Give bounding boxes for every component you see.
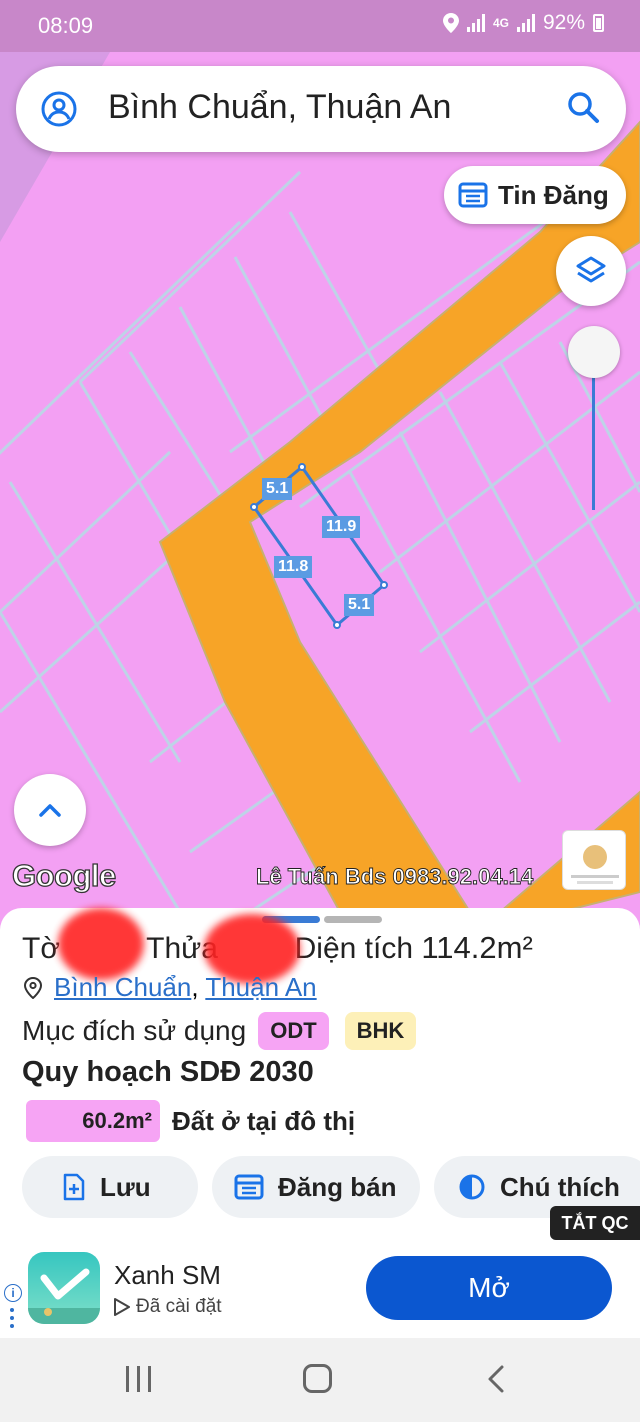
parcel-edge-label: 5.1	[262, 478, 293, 500]
ad-install-status: Đã cài đặt	[114, 1296, 222, 1318]
ad-banner[interactable]: i Xanh SM Đã cài đặt Mở	[0, 1240, 640, 1338]
chevron-up-icon	[39, 804, 61, 817]
listing-icon	[458, 182, 488, 208]
opacity-slider-handle[interactable]	[568, 326, 620, 378]
battery-icon	[593, 14, 604, 32]
search-bar[interactable]: Bình Chuẩn, Thuận An	[16, 66, 626, 152]
tin-dang-label: Tin Đăng	[498, 179, 609, 210]
dien-tich-label: Diện tích	[294, 932, 413, 965]
tin-dang-button[interactable]: Tin Đăng	[444, 166, 626, 224]
signal-icon-2	[516, 14, 535, 32]
battery-percent: 92%	[542, 11, 585, 34]
watermark-text: Lê Tuấn Bds 0983.92.04.14	[256, 864, 534, 890]
post-sale-label: Đăng bán	[278, 1171, 397, 1202]
avatar	[583, 845, 607, 869]
location-icon	[442, 13, 459, 33]
parcel-edge-label: 5.1	[344, 594, 375, 616]
parcel-address: Bình Chuẩn, Thuận An	[24, 972, 317, 1003]
plan-row: 60.2m² Đất ở tại đô thị	[26, 1100, 355, 1142]
sheet-handle-secondary[interactable]	[324, 916, 382, 923]
back-icon[interactable]	[486, 1364, 506, 1394]
ad-open-button[interactable]: Mở	[366, 1256, 612, 1320]
redaction-mark	[58, 908, 144, 980]
expand-up-button[interactable]	[14, 774, 86, 846]
app-icon[interactable]	[28, 1252, 100, 1324]
parcel-area: 114.2m²	[421, 930, 533, 965]
listing-icon	[234, 1174, 264, 1200]
profile-thumbnail[interactable]	[562, 830, 626, 890]
network-type: 4G	[492, 16, 509, 30]
plan-description: Đất ở tại đô thị	[172, 1105, 356, 1136]
land-use-row: Mục đích sử dụng ODT BHK	[22, 1012, 417, 1050]
google-logo: Google	[11, 857, 117, 893]
action-buttons: Lưu Đăng bán Chú thích	[22, 1156, 640, 1218]
plan-title: Quy hoạch SDĐ 2030	[22, 1056, 314, 1088]
to-label: Tờ	[22, 932, 60, 965]
legend-label: Chú thích	[500, 1171, 620, 1202]
parcel-edge-label: 11.9	[322, 516, 361, 538]
layers-icon	[576, 256, 606, 283]
address-ward-link[interactable]: Bình Chuẩn	[54, 972, 191, 1002]
parcel-edge-label: 11.8	[274, 556, 313, 578]
address-city-link[interactable]: Thuận An	[205, 972, 316, 1002]
recent-apps-icon[interactable]	[126, 1366, 151, 1392]
search-icon[interactable]	[566, 90, 600, 124]
land-use-tag-bhk[interactable]: BHK	[344, 1012, 417, 1050]
post-sale-button[interactable]: Đăng bán	[212, 1156, 420, 1218]
ad-info-icon[interactable]: i	[4, 1284, 22, 1302]
ad-more-icon[interactable]	[10, 1308, 14, 1334]
save-file-icon	[63, 1173, 85, 1201]
status-bar: 08:09 4G 92%	[0, 0, 640, 52]
contrast-icon	[459, 1174, 485, 1200]
purpose-label: Mục đích sử dụng	[22, 1015, 247, 1046]
home-icon[interactable]	[303, 1364, 332, 1393]
save-button[interactable]: Lưu	[22, 1156, 198, 1218]
play-store-icon	[114, 1298, 130, 1316]
close-ad-button[interactable]: TẮT QC	[550, 1206, 640, 1240]
search-location-title[interactable]: Bình Chuẩn, Thuận An	[108, 88, 451, 127]
save-label: Lưu	[100, 1171, 151, 1202]
layers-button[interactable]	[556, 236, 626, 306]
land-use-tag-odt[interactable]: ODT	[258, 1012, 329, 1050]
location-pin-icon	[24, 976, 42, 999]
status-time: 08:09	[38, 13, 94, 38]
system-nav-bar	[0, 1338, 640, 1422]
plan-area-chip: 60.2m²	[26, 1100, 160, 1142]
signal-icon	[466, 14, 485, 32]
account-icon[interactable]	[40, 90, 78, 128]
ad-app-name: Xanh SM	[114, 1260, 221, 1290]
